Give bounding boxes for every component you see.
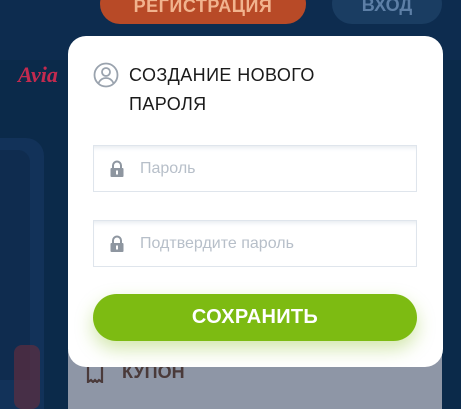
- modal-title: СОЗДАНИЕ НОВОГО ПАРОЛЯ: [129, 65, 315, 114]
- site-logo: Avia: [18, 62, 58, 87]
- password-input[interactable]: [138, 158, 392, 179]
- confirm-password-input[interactable]: [138, 233, 392, 254]
- login-button[interactable]: ВХОД: [332, 0, 442, 24]
- left-decoration: [14, 345, 40, 409]
- modal-header: СОЗДАНИЕ НОВОГО ПАРОЛЯ: [93, 62, 349, 119]
- password-field[interactable]: [93, 145, 417, 192]
- confirm-password-field[interactable]: [93, 220, 417, 267]
- user-circle-icon: [93, 62, 119, 88]
- register-button[interactable]: РЕГИСТРАЦИЯ: [100, 0, 306, 24]
- save-button[interactable]: СОХРАНИТЬ: [93, 294, 417, 341]
- new-password-modal: СОЗДАНИЕ НОВОГО ПАРОЛЯ СОХРАНИТЬ: [68, 36, 443, 367]
- lock-icon: [110, 160, 124, 177]
- lock-icon: [110, 235, 124, 252]
